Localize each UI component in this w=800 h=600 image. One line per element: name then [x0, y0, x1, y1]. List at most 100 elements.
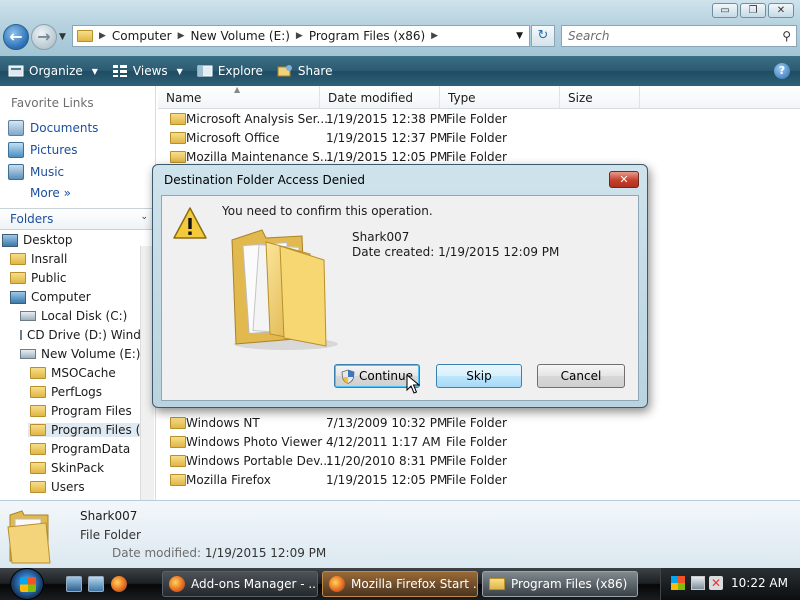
table-row[interactable]: Windows Portable Dev... 11/20/2010 8:31 …	[158, 452, 638, 471]
breadcrumb-separator-icon[interactable]: ▶	[296, 31, 303, 41]
taskbar: Add-ons Manager - ... Mozilla Firefox St…	[0, 568, 800, 600]
taskbar-button-program-files[interactable]: Program Files (x86)	[482, 571, 638, 597]
folder-icon	[170, 113, 186, 125]
network-icon[interactable]	[691, 576, 705, 590]
tree-item-insrall[interactable]: Insrall	[10, 252, 67, 266]
folder-icon	[170, 417, 186, 429]
file-type: File Folder	[446, 131, 507, 145]
column-header-size[interactable]: Size	[560, 86, 640, 109]
share-icon	[277, 65, 292, 77]
tree-label: Users	[51, 480, 85, 494]
pictures-icon	[8, 142, 24, 158]
favorite-music[interactable]: Music	[8, 164, 64, 180]
windows-update-icon[interactable]	[671, 576, 685, 590]
tree-item-msocache[interactable]: MSOCache	[30, 366, 116, 380]
file-type: File Folder	[446, 416, 507, 430]
column-header-date-modified[interactable]: Date modified	[320, 86, 440, 109]
organize-label: Organize	[29, 64, 83, 78]
views-menu[interactable]: Views ▼	[112, 64, 183, 78]
clock[interactable]: 10:22 AM	[731, 576, 788, 590]
favorite-label: Music	[30, 165, 65, 179]
file-type: File Folder	[446, 435, 507, 449]
switch-windows-icon[interactable]	[88, 576, 104, 592]
share-button[interactable]: Share	[277, 64, 332, 78]
help-button[interactable]: ?	[774, 63, 790, 79]
explore-button[interactable]: Explore	[197, 64, 263, 78]
refresh-button[interactable]: ↻	[531, 25, 555, 47]
folder-icon	[30, 386, 46, 398]
selected-item-type: File Folder	[80, 528, 141, 542]
folder-icon	[170, 151, 186, 163]
table-row[interactable]: Mozilla Firefox 1/19/2015 12:05 PM File …	[158, 471, 638, 490]
column-header-name[interactable]: Name ▲	[158, 85, 320, 109]
forward-button[interactable]: →	[31, 24, 57, 50]
file-name: Mozilla Maintenance S...	[186, 150, 332, 164]
tree-item-program-files[interactable]: Program Files	[30, 404, 132, 418]
back-button[interactable]: ←	[3, 24, 29, 50]
taskbar-button-addons-manager[interactable]: Add-ons Manager - ...	[162, 571, 318, 597]
warning-icon	[173, 207, 207, 239]
show-desktop-icon[interactable]	[66, 576, 82, 592]
tree-item-users[interactable]: Users	[30, 480, 85, 494]
organize-menu[interactable]: Organize ▼	[8, 64, 98, 78]
views-label: Views	[132, 64, 168, 78]
column-header-type[interactable]: Type	[440, 86, 560, 109]
cancel-button[interactable]: Cancel	[537, 364, 625, 388]
recent-pages-dropdown[interactable]: ▼	[59, 32, 66, 42]
table-row[interactable]: Windows Photo Viewer 4/12/2011 1:17 AM F…	[158, 433, 638, 452]
volume-muted-icon[interactable]: ✕	[709, 576, 723, 590]
favorite-label: Pictures	[30, 143, 78, 157]
tree-item-computer[interactable]: Computer	[10, 290, 91, 304]
firefox-icon	[329, 576, 345, 592]
address-dropdown-icon[interactable]: ▼	[516, 31, 523, 41]
tree-item-new-volume-e[interactable]: New Volume (E:)	[20, 347, 140, 361]
tree-item-programdata[interactable]: ProgramData	[30, 442, 130, 456]
search-icon[interactable]: ⚲	[782, 29, 791, 43]
drive-icon	[20, 349, 36, 359]
folders-header[interactable]: Folders ⌄	[0, 208, 154, 230]
file-name: Microsoft Analysis Ser...	[186, 112, 328, 126]
selected-item-name: Shark007	[80, 509, 138, 523]
tree-label: Computer	[31, 290, 91, 304]
folders-label: Folders	[10, 212, 54, 226]
tree-item-skinpack[interactable]: SkinPack	[30, 461, 104, 475]
breadcrumb-separator-icon[interactable]: ▶	[178, 31, 185, 41]
close-window-button[interactable]: ✕	[768, 3, 794, 18]
breadcrumb-program-files-x86[interactable]: Program Files (x86)	[309, 29, 425, 43]
dialog-close-button[interactable]: ✕	[609, 171, 639, 188]
folder-icon	[30, 405, 46, 417]
tree-label: New Volume (E:)	[41, 347, 141, 361]
tree-item-program-files-x86[interactable]: Program Files (x8	[28, 423, 140, 437]
tree-item-local-disk-c[interactable]: Local Disk (C:)	[20, 309, 127, 323]
breadcrumb-separator-icon[interactable]: ▶	[99, 31, 106, 41]
start-button[interactable]	[10, 568, 44, 600]
search-input[interactable]: Search ⚲	[561, 25, 797, 47]
minimize-button[interactable]: ▭	[712, 3, 738, 18]
skip-button[interactable]: Skip	[436, 364, 522, 388]
tree-item-perflogs[interactable]: PerfLogs	[30, 385, 102, 399]
music-icon	[8, 164, 24, 180]
tree-label: CD Drive (D:) Wind	[27, 328, 140, 342]
favorite-documents[interactable]: Documents	[8, 120, 98, 136]
tree-label: ProgramData	[51, 442, 131, 456]
breadcrumb-new-volume[interactable]: New Volume (E:)	[191, 29, 290, 43]
tree-item-desktop[interactable]: Desktop	[2, 233, 73, 247]
breadcrumb-separator-icon[interactable]: ▶	[431, 31, 438, 41]
breadcrumb-computer[interactable]: Computer	[112, 29, 172, 43]
tree-item-public[interactable]: Public	[10, 271, 67, 285]
maximize-button[interactable]: ❐	[740, 3, 766, 18]
table-row[interactable]: Windows NT 7/13/2009 10:32 PM File Folde…	[158, 414, 638, 433]
table-row[interactable]: Microsoft Analysis Ser... 1/19/2015 12:3…	[158, 110, 638, 129]
firefox-icon[interactable]	[111, 576, 127, 592]
taskbar-button-firefox-start[interactable]: Mozilla Firefox Start ...	[322, 571, 478, 597]
folder-icon	[10, 253, 26, 265]
chevron-down-icon[interactable]: ⌄	[140, 212, 148, 222]
tree-item-cd-drive-d[interactable]: CD Drive (D:) Wind	[20, 328, 140, 342]
address-bar[interactable]: ▶ Computer ▶ New Volume (E:) ▶ Program F…	[72, 25, 530, 47]
table-row[interactable]: Microsoft Office 1/19/2015 12:37 PM File…	[158, 129, 638, 148]
more-links[interactable]: More »	[30, 186, 71, 200]
folder-icon	[30, 367, 46, 379]
column-headers: Name ▲ Date modified Type Size	[158, 85, 800, 109]
folder-icon	[489, 578, 505, 590]
favorite-pictures[interactable]: Pictures	[8, 142, 78, 158]
